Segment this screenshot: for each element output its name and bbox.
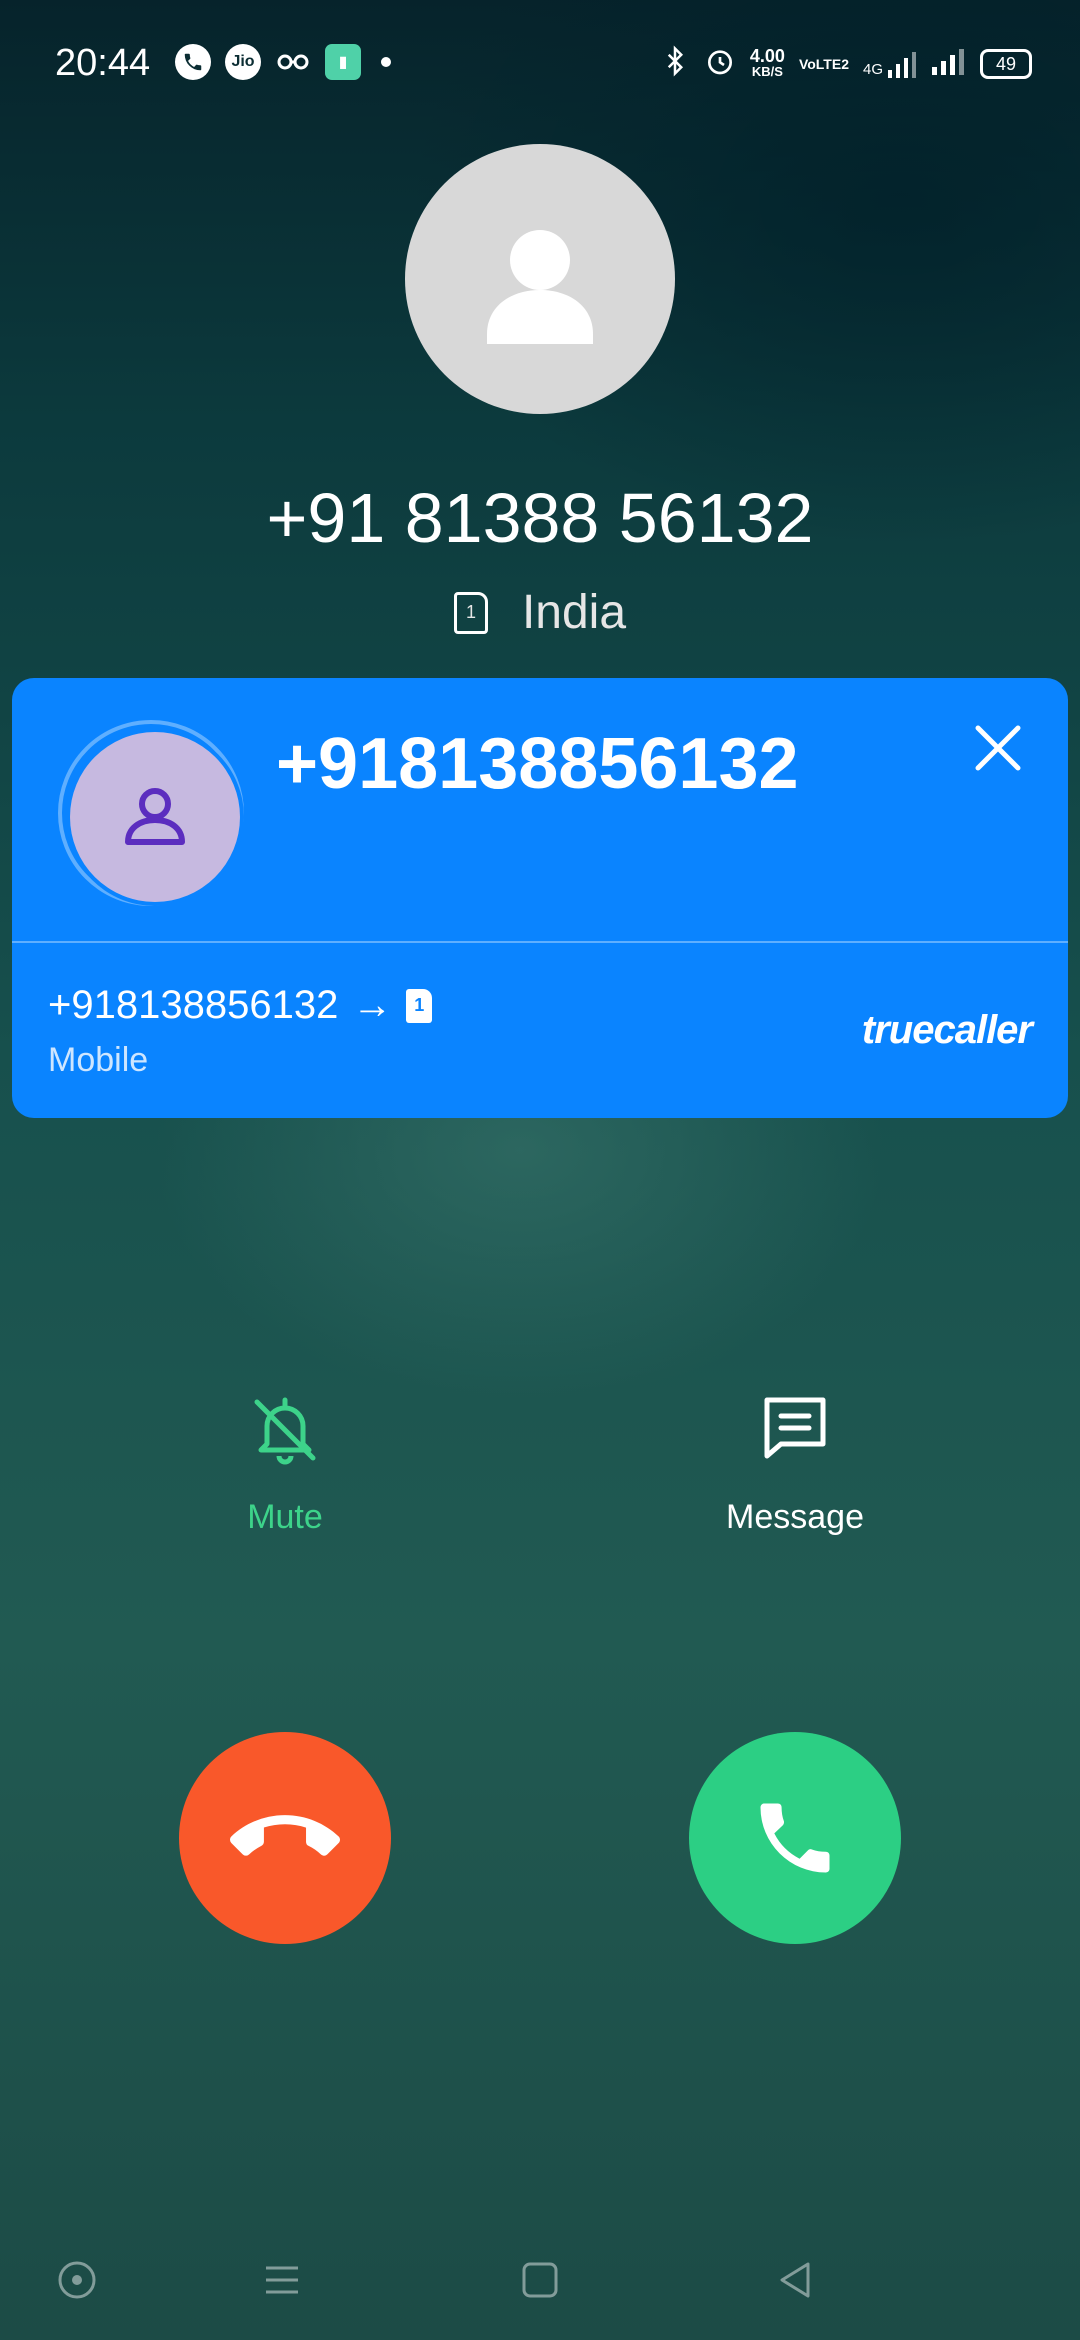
bell-off-icon: [245, 1388, 325, 1468]
phone-icon: [760, 1803, 830, 1873]
hang-up-icon: [230, 1815, 340, 1856]
menu-nav-icon[interactable]: [252, 2250, 312, 2310]
app-notification-icon: ▮: [325, 44, 361, 80]
assistant-nav-icon[interactable]: [47, 2250, 107, 2310]
speed-unit: KB/S: [751, 64, 783, 79]
truecaller-avatar: [70, 732, 240, 902]
truecaller-number-type: Mobile: [48, 1041, 149, 1079]
sim-card-icon: 1: [406, 988, 433, 1023]
alarm-icon: [704, 45, 736, 83]
truecaller-divider: [12, 941, 1068, 943]
decline-call-button[interactable]: [179, 1732, 391, 1944]
person-outline-icon: [125, 788, 185, 845]
status-time: 20:44: [55, 42, 151, 84]
truecaller-card[interactable]: +918138856132 +918138856132 → 1 Mobile t…: [12, 678, 1068, 1118]
caller-avatar: [405, 144, 675, 414]
speed-value: 4.00: [749, 46, 785, 66]
truecaller-route-number: +918138856132: [48, 983, 339, 1027]
back-nav-icon[interactable]: [766, 2250, 826, 2310]
arrow-right-icon: →: [352, 983, 393, 1027]
network-speed: 4.00 KB/S: [749, 46, 785, 80]
volte-icon: VoLTE2: [798, 56, 849, 72]
bluetooth-icon: [660, 44, 690, 84]
phone-call-status-icon: [175, 44, 211, 80]
jio-icon: Jio: [225, 44, 261, 80]
more-notifications-dot-icon: [381, 57, 391, 67]
truecaller-logo: truecaller: [861, 1008, 1033, 1052]
status-right: 4.00 KB/S VoLTE2 4G 49: [660, 44, 1032, 84]
close-icon[interactable]: [968, 718, 1028, 778]
message-button[interactable]: Message: [645, 1388, 945, 1537]
sim-card-icon: 1: [453, 591, 488, 634]
truecaller-number: +918138856132: [276, 724, 799, 804]
mute-label: Mute: [247, 1498, 323, 1536]
truecaller-route: +918138856132 → 1: [48, 983, 433, 1028]
caller-number: +91 81388 56132: [266, 479, 814, 557]
battery-icon: 49: [980, 49, 1032, 79]
network-type: 4G: [862, 61, 883, 78]
message-icon: [755, 1388, 835, 1468]
person-icon: [487, 230, 593, 344]
caller-location-row: 1 India: [0, 585, 1080, 640]
signal-strength-icon: [930, 47, 966, 81]
message-label: Message: [726, 1498, 864, 1536]
glasses-icon: [275, 44, 311, 80]
caller-location: India: [521, 586, 627, 639]
mute-button[interactable]: Mute: [135, 1388, 435, 1537]
status-left-icons: Jio ▮: [175, 44, 391, 80]
accept-call-button[interactable]: [689, 1732, 901, 1944]
network-4g-icon: 4G: [863, 50, 916, 78]
home-nav-icon[interactable]: [510, 2250, 570, 2310]
